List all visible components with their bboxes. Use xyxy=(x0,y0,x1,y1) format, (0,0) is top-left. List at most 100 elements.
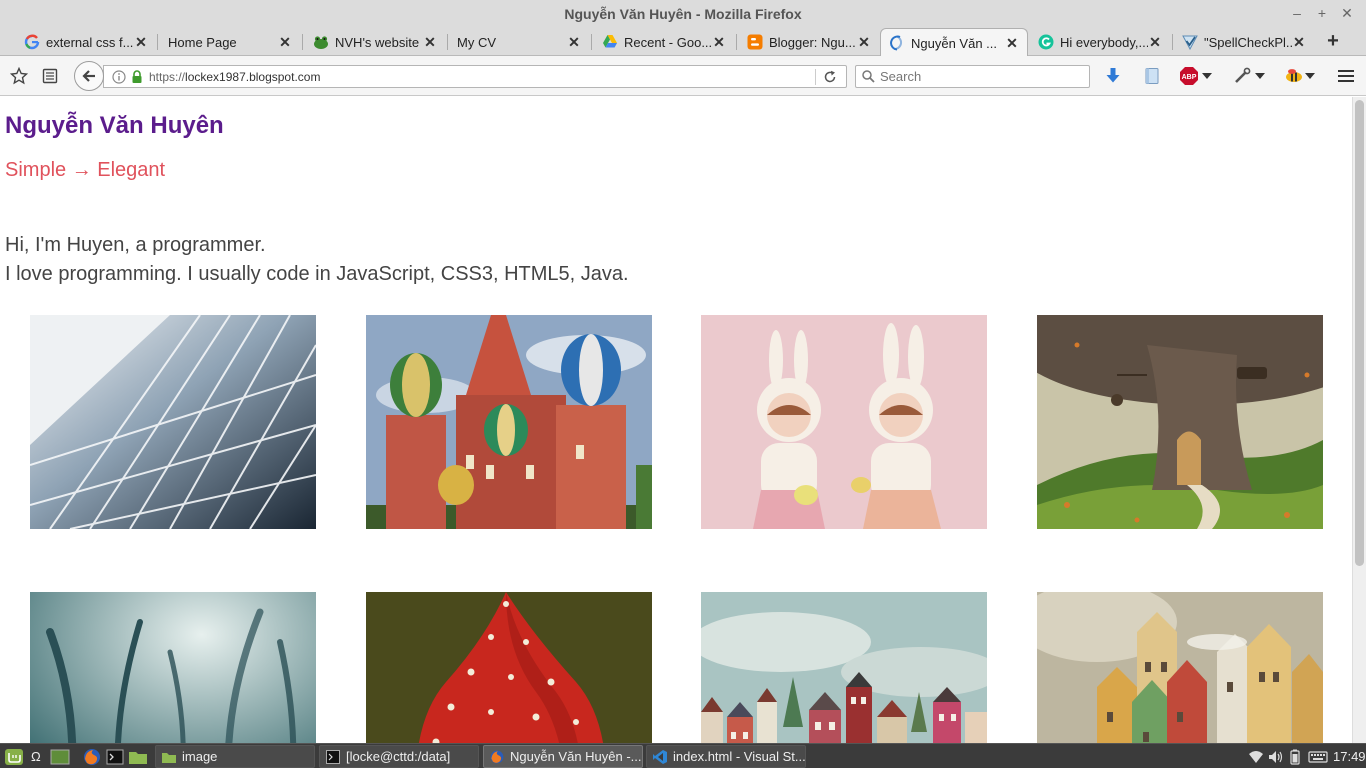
volume-icon[interactable] xyxy=(1268,745,1284,768)
maximize-button[interactable]: + xyxy=(1314,5,1330,21)
intro-line-2: I love programming. I usually code in Ja… xyxy=(5,263,629,285)
tab-close-icon[interactable]: ✕ xyxy=(712,34,726,51)
taskbar-vscode-label: index.html - Visual St... xyxy=(673,749,806,764)
tab-close-icon[interactable]: ✕ xyxy=(1005,35,1019,52)
url-bar[interactable]: https:// lockex1987.blogspot.com xyxy=(103,65,847,88)
tab-label: My CV xyxy=(457,34,496,50)
hamburger-menu-icon[interactable] xyxy=(1334,64,1358,88)
taskbar-firefox[interactable]: Nguyễn Văn Huyên -... xyxy=(483,745,643,768)
gallery-image-misty-forest[interactable] xyxy=(30,592,316,743)
tab-label: "SpellCheckPl... xyxy=(1204,34,1292,50)
gallery-image-tree-house[interactable] xyxy=(1037,315,1323,529)
taskbar-terminal-label: [locke@cttd:/data] xyxy=(346,749,451,764)
tab-close-icon[interactable]: ✕ xyxy=(134,34,148,51)
keyboard-icon[interactable] xyxy=(1308,745,1328,768)
minimize-button[interactable]: – xyxy=(1289,5,1305,21)
show-desktop-icon[interactable] xyxy=(50,745,70,768)
mint-menu-icon[interactable] xyxy=(4,745,24,768)
url-prefix: https:// xyxy=(149,69,186,84)
tab-label: Recent - Goo... xyxy=(624,34,712,50)
tab-close-icon[interactable]: ✕ xyxy=(1292,34,1306,51)
bookmark-star-icon[interactable] xyxy=(7,64,31,88)
taskbar-folder-label: image xyxy=(182,749,218,764)
back-button[interactable] xyxy=(74,61,104,91)
url-host: lockex1987.blogspot.com xyxy=(185,69,321,84)
wifi-icon[interactable] xyxy=(1248,745,1264,768)
gallery-image-painted-town[interactable] xyxy=(701,592,987,743)
vscode-icon xyxy=(652,749,668,765)
tab-nvh-website[interactable]: NVH's website ✕ xyxy=(305,28,445,56)
close-window-button[interactable]: ✕ xyxy=(1339,5,1355,22)
page-scrollbar[interactable] xyxy=(1352,97,1366,743)
reader-list-icon[interactable] xyxy=(38,64,62,88)
tab-external-css[interactable]: external css f... ✕ xyxy=(16,28,156,56)
system-taskbar: Ω image [locke@cttd:/data] Nguyễn Văn Hu… xyxy=(0,743,1366,768)
tab-my-cv[interactable]: My CV ✕ xyxy=(449,28,589,56)
folder-icon xyxy=(161,749,177,765)
download-arrow-icon[interactable] xyxy=(1101,64,1125,88)
taskbar-terminal[interactable]: [locke@cttd:/data] xyxy=(319,745,479,768)
tab-google-drive[interactable]: Recent - Goo... ✕ xyxy=(594,28,734,56)
firefox-icon xyxy=(489,749,505,765)
google-drive-icon xyxy=(602,34,618,50)
page-viewport: Nguyễn Văn Huyên Simple → Elegant Hi, I'… xyxy=(0,97,1352,743)
gallery-image-tilted-houses[interactable] xyxy=(1037,592,1323,743)
adblock-dropdown-icon[interactable] xyxy=(1200,64,1214,88)
spinner-icon xyxy=(889,35,905,51)
secure-lock-icon xyxy=(131,69,143,84)
files-launcher-icon[interactable] xyxy=(128,745,148,768)
svg-text:ABP: ABP xyxy=(1182,74,1197,81)
google-g-icon xyxy=(24,34,40,50)
search-icon xyxy=(862,70,875,83)
clock[interactable]: 17:49 xyxy=(1333,745,1366,768)
tab-close-icon[interactable]: ✕ xyxy=(278,34,292,51)
intro-line-1: Hi, I'm Huyen, a programmer. xyxy=(5,234,266,256)
terminal-icon xyxy=(325,749,341,765)
tab-current-site[interactable]: Nguyễn Văn ... ✕ xyxy=(880,28,1028,57)
new-tab-button[interactable]: + xyxy=(1322,28,1344,56)
scrollbar-thumb[interactable] xyxy=(1355,100,1364,566)
window-titlebar: Nguyễn Văn Huyên - Mozilla Firefox – + ✕ xyxy=(0,0,1366,28)
library-book-icon[interactable] xyxy=(1140,64,1164,88)
reload-icon[interactable] xyxy=(823,70,837,84)
gallery-image-skyscraper[interactable] xyxy=(30,315,316,529)
blogger-icon xyxy=(747,34,763,50)
firefox-launcher-icon[interactable] xyxy=(82,745,102,768)
tab-label: Nguyễn Văn ... xyxy=(911,35,997,51)
taskbar-vscode[interactable]: index.html - Visual St... xyxy=(646,745,806,768)
tab-strip: external css f... ✕ Home Page ✕ NVH's we… xyxy=(0,28,1366,57)
tab-label: external css f... xyxy=(46,34,134,50)
frog-icon xyxy=(313,34,329,50)
tab-home-page[interactable]: Home Page ✕ xyxy=(160,28,300,56)
tab-close-icon[interactable]: ✕ xyxy=(1148,34,1162,51)
site-tagline: Simple → Elegant xyxy=(5,159,166,181)
site-title[interactable]: Nguyễn Văn Huyên xyxy=(5,112,224,140)
tab-label: Home Page xyxy=(168,34,237,50)
back-arrow-icon xyxy=(82,70,95,82)
tab-spellcheck[interactable]: "SpellCheckPl... ✕ xyxy=(1174,28,1314,56)
spellcheck-icon xyxy=(1182,34,1198,50)
window-title: Nguyễn Văn Huyên - Mozilla Firefox xyxy=(564,6,802,22)
tab-blogger[interactable]: Blogger: Ngu... ✕ xyxy=(739,28,879,56)
adblock-plus-icon[interactable]: ABP xyxy=(1177,64,1201,88)
gallery-image-dolls[interactable] xyxy=(701,315,987,529)
gallery-image-mushroom[interactable] xyxy=(366,592,652,743)
tab-close-icon[interactable]: ✕ xyxy=(423,34,437,51)
tab-label: Blogger: Ngu... xyxy=(769,34,856,50)
gallery-image-cathedral[interactable] xyxy=(366,315,652,529)
devtools-dropdown-icon[interactable] xyxy=(1253,64,1267,88)
taskbar-folder-image[interactable]: image xyxy=(155,745,315,768)
grammarly-icon xyxy=(1038,34,1054,50)
taskbar-firefox-label: Nguyễn Văn Huyên -... xyxy=(510,749,642,764)
info-icon[interactable] xyxy=(112,69,126,84)
search-input[interactable]: Search xyxy=(855,65,1090,88)
extension-dropdown-icon[interactable] xyxy=(1303,64,1317,88)
tab-close-icon[interactable]: ✕ xyxy=(857,34,871,51)
tab-label: Hi everybody,... xyxy=(1060,34,1148,50)
tab-grammarly[interactable]: Hi everybody,... ✕ xyxy=(1030,28,1170,56)
battery-icon[interactable] xyxy=(1290,745,1300,768)
developer-tools-icon[interactable] xyxy=(1230,64,1254,88)
tab-close-icon[interactable]: ✕ xyxy=(567,34,581,51)
omega-launcher-icon[interactable]: Ω xyxy=(31,745,41,768)
terminal-launcher-icon[interactable] xyxy=(106,745,124,768)
